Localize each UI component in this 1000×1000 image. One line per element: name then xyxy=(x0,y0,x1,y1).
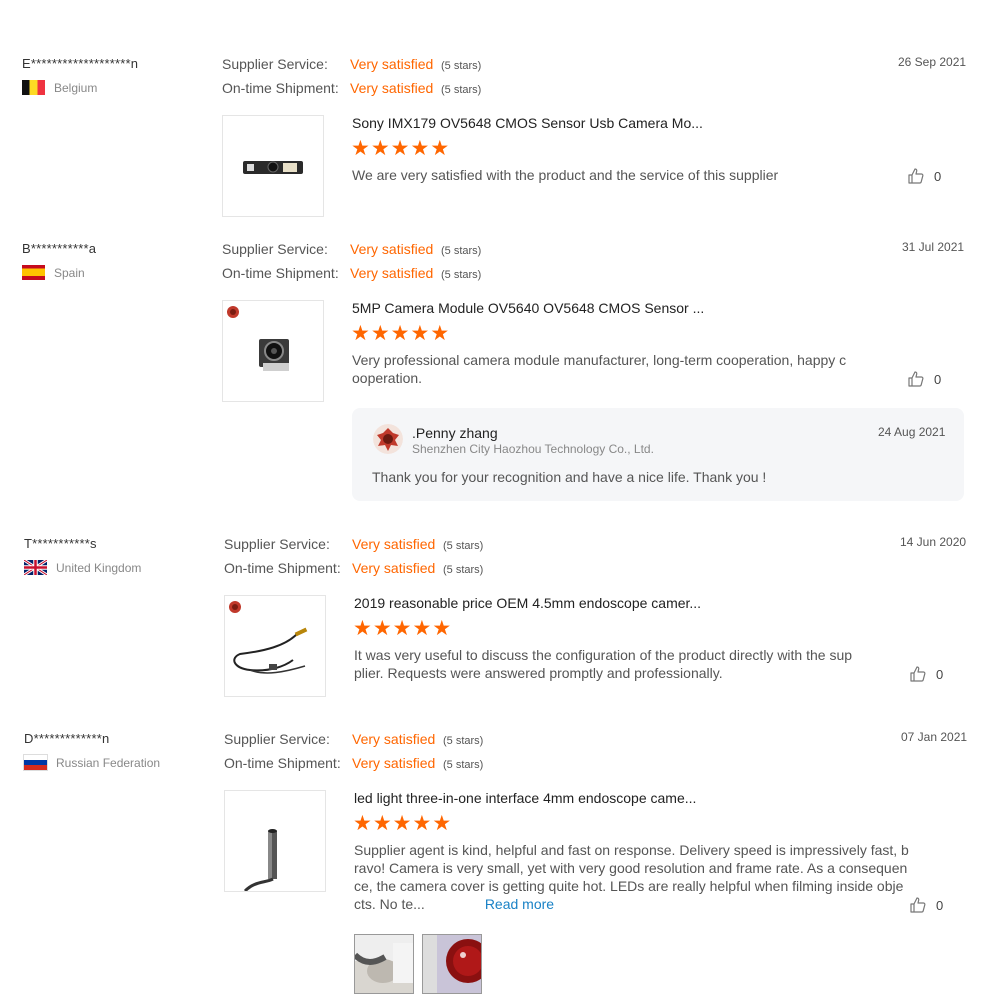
rating-stars-text: (5 stars) xyxy=(443,735,484,747)
review-text-body: Supplier agent is kind, helpful and fast… xyxy=(354,842,909,912)
country-name: Russian Federation xyxy=(56,755,161,770)
review-photo-thumbnail[interactable] xyxy=(422,934,482,994)
star-rating: ★ ★ ★ ★ ★ xyxy=(353,812,452,835)
product-thumbnail[interactable] xyxy=(224,790,326,892)
rating-stars-text: (5 stars) xyxy=(443,759,484,771)
like-count: 0 xyxy=(936,897,944,913)
star-icon: ★ xyxy=(432,812,452,835)
rating-value: Very satisfied xyxy=(352,755,436,771)
rating-label: On-time Shipment: xyxy=(224,755,341,771)
buyer-name: D*************n xyxy=(24,731,110,746)
review-item: D*************n Russian Federation Suppl… xyxy=(0,0,1000,1000)
review-date: 07 Jan 2021 xyxy=(901,730,968,744)
like-button[interactable]: 0 xyxy=(909,896,943,914)
thumbs-up-icon xyxy=(910,897,926,913)
star-icon: ★ xyxy=(412,812,432,835)
review-photo-thumbnail[interactable] xyxy=(354,934,414,994)
star-icon: ★ xyxy=(392,812,412,835)
russia-flag-icon xyxy=(23,754,48,771)
ontime-shipment-rating: On-time Shipment: Very satisfied (5 star… xyxy=(224,755,483,771)
buyer-country: Russian Federation xyxy=(23,754,161,771)
rating-label: Supplier Service: xyxy=(224,731,330,747)
read-more-link[interactable]: Read more xyxy=(485,896,554,912)
rating-value: Very satisfied xyxy=(352,731,436,747)
product-title-link[interactable]: led light three-in-one interface 4mm end… xyxy=(354,790,696,806)
supplier-service-rating: Supplier Service: Very satisfied (5 star… xyxy=(224,731,483,747)
star-icon: ★ xyxy=(372,812,392,835)
review-text: Supplier agent is kind, helpful and fast… xyxy=(354,841,910,913)
star-icon: ★ xyxy=(353,812,372,835)
